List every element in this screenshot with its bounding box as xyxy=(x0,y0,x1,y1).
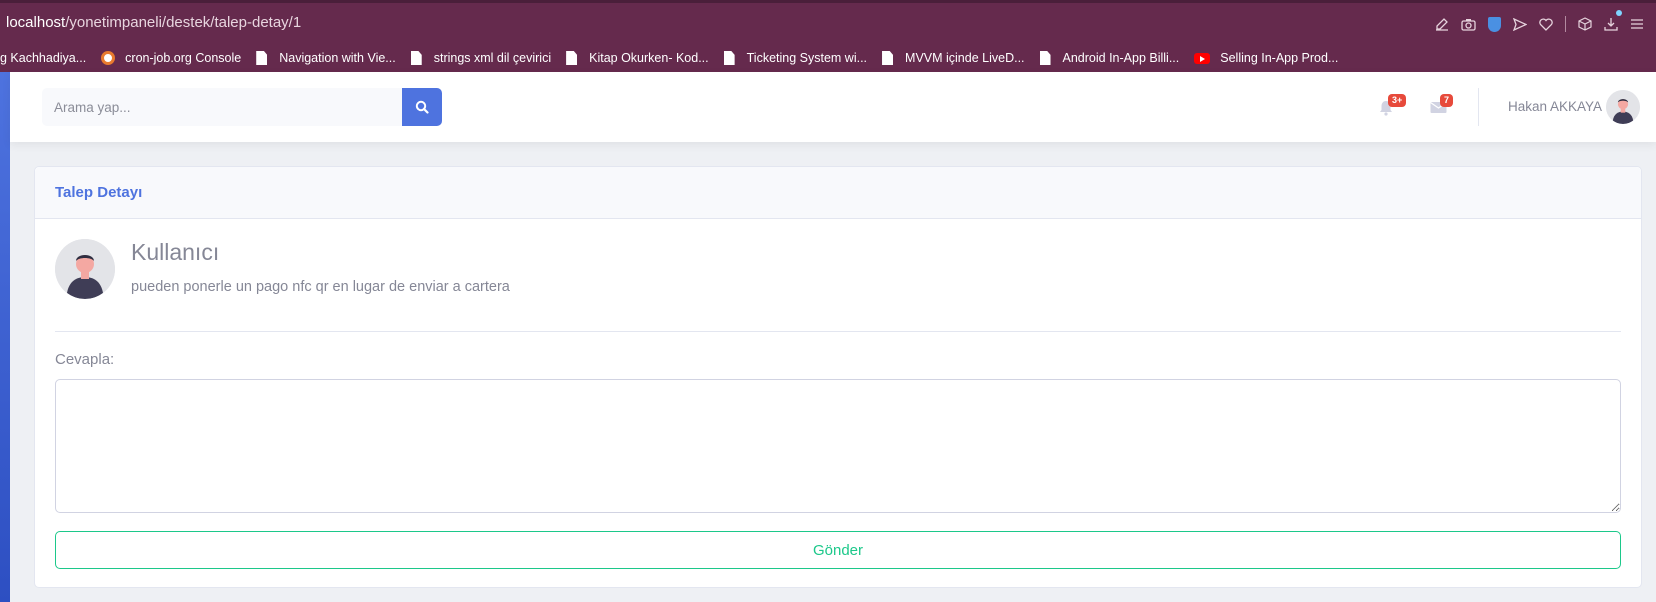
bookmark-item[interactable]: MVVM içinde LiveD... xyxy=(882,51,1025,65)
sidebar-edge xyxy=(0,72,10,602)
browser-chrome: localhost/yonetimpaneli/destek/talep-det… xyxy=(0,0,1656,72)
message-text: pueden ponerle un pago nfc qr en lugar d… xyxy=(131,279,510,295)
avatar[interactable] xyxy=(1606,90,1640,124)
toolbar-separator xyxy=(1565,16,1566,32)
download-icon[interactable] xyxy=(1598,10,1624,34)
search-button[interactable] xyxy=(402,88,442,126)
edit-icon[interactable] xyxy=(1429,14,1455,34)
page-icon xyxy=(256,51,268,65)
bookmark-label: Navigation with Vie... xyxy=(279,51,396,65)
bookmark-label: MVVM içinde LiveD... xyxy=(905,51,1025,65)
message-avatar xyxy=(55,239,115,299)
topbar: 3+ 7 Hakan AKKAYA xyxy=(10,72,1656,142)
messages-dropdown[interactable]: 7 xyxy=(1430,94,1454,116)
bookmark-item[interactable]: Navigation with Vie... xyxy=(256,51,396,65)
shield-icon[interactable] xyxy=(1481,14,1507,34)
topbar-divider xyxy=(1478,88,1479,126)
user-avatar-icon xyxy=(1606,90,1640,124)
bookmark-label: Kitap Okurken- Kod... xyxy=(589,51,709,65)
url-host: localhost xyxy=(6,14,66,31)
bookmark-label: strings xml dil çevirici xyxy=(433,51,552,65)
bookmark-item[interactable]: strings xml dil çevirici xyxy=(410,51,552,65)
download-indicator xyxy=(1616,10,1622,16)
page-icon xyxy=(1039,51,1051,65)
page-title: Talep Detayı xyxy=(55,184,143,201)
message-sender: Kullanıcı xyxy=(131,239,220,265)
bookmarks-bar: g Kachhadiya... cron-job.org Console Navig… xyxy=(0,45,1656,71)
notifications-badge: 3+ xyxy=(1388,94,1407,107)
bookmark-label: Ticketing System wi... xyxy=(746,51,868,65)
reply-label: Cevapla: xyxy=(55,351,115,368)
card-header: Talep Detayı xyxy=(35,167,1641,219)
send-icon[interactable] xyxy=(1507,14,1533,34)
page-icon xyxy=(566,51,578,65)
camera-icon[interactable] xyxy=(1455,14,1481,34)
ticket-detail-card: Talep Detayı Kullanıcı pueden ponerle un… xyxy=(34,166,1642,588)
user-avatar-icon xyxy=(55,239,115,299)
bookmark-item[interactable]: Android In-App Billi... xyxy=(1039,51,1180,65)
address-bar[interactable]: localhost/yonetimpaneli/destek/talep-det… xyxy=(0,6,1656,42)
page-icon xyxy=(882,51,894,65)
notifications-dropdown[interactable]: 3+ xyxy=(1378,94,1407,116)
bookmark-label: g Kachhadiya... xyxy=(0,51,87,65)
page-icon xyxy=(723,51,735,65)
bookmark-item[interactable]: cron-job.org Console xyxy=(101,51,241,65)
page-icon xyxy=(410,51,422,65)
heart-icon[interactable] xyxy=(1533,14,1559,34)
send-button[interactable]: Gönder xyxy=(55,531,1621,569)
divider xyxy=(55,331,1621,332)
url-text[interactable]: localhost/yonetimpaneli/destek/talep-det… xyxy=(6,14,301,31)
bookmark-label: Selling In-App Prod... xyxy=(1220,51,1339,65)
browser-toolbar-icons xyxy=(1429,10,1650,34)
search-form xyxy=(42,88,442,126)
menu-icon[interactable] xyxy=(1624,14,1650,34)
cron-icon xyxy=(101,51,116,65)
reply-textarea[interactable] xyxy=(55,379,1621,513)
bookmark-item[interactable]: g Kachhadiya... xyxy=(0,51,86,65)
youtube-icon xyxy=(1194,52,1211,64)
bookmark-item[interactable]: Selling In-App Prod... xyxy=(1194,51,1338,65)
bookmark-item[interactable]: Ticketing System wi... xyxy=(723,51,868,65)
bookmark-item[interactable]: Kitap Okurken- Kod... xyxy=(566,51,709,65)
cube-icon[interactable] xyxy=(1572,14,1598,34)
bookmark-label: cron-job.org Console xyxy=(125,51,242,65)
url-path: /yonetimpaneli/destek/talep-detay/1 xyxy=(65,14,302,31)
bookmark-label: Android In-App Billi... xyxy=(1062,51,1180,65)
search-input[interactable] xyxy=(42,88,402,126)
search-icon xyxy=(415,100,429,114)
messages-badge: 7 xyxy=(1440,94,1454,107)
user-name[interactable]: Hakan AKKAYA xyxy=(1508,99,1602,114)
